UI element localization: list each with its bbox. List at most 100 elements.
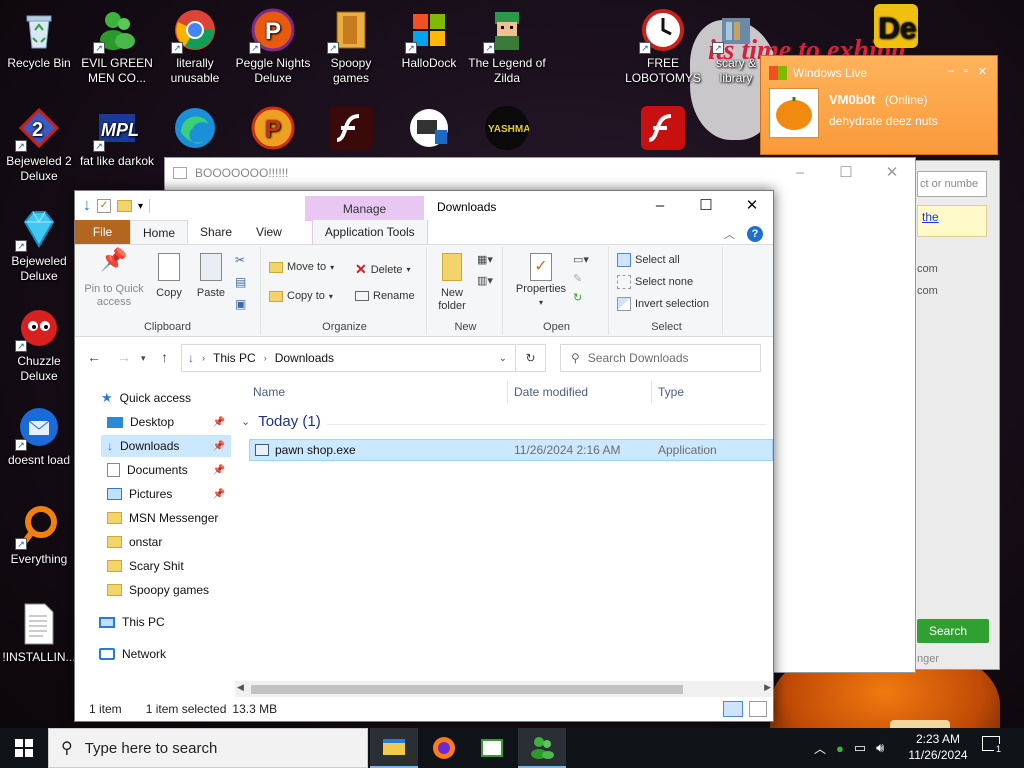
desktop-icon-flash-2[interactable] [624, 106, 702, 154]
maximize-icon[interactable]: ☐ [823, 158, 869, 188]
desktop-icon-hallodock[interactable]: ↗ HalloDock [390, 8, 468, 71]
select-all-button[interactable]: Select all [617, 253, 680, 267]
desktop-icon-network-tool[interactable] [390, 106, 468, 154]
volume-icon[interactable]: 🔊︎ [876, 740, 884, 756]
nav-this-pc[interactable]: This PC [99, 611, 165, 633]
select-none-button[interactable]: Select none [617, 275, 693, 289]
new-folder-icon[interactable] [117, 200, 132, 212]
help-icon[interactable]: ? [747, 226, 763, 242]
column-divider[interactable] [651, 381, 652, 403]
taskbar-app-window[interactable] [468, 728, 516, 768]
move-to-button[interactable]: Move to ▾ [269, 261, 334, 273]
scroll-left-icon[interactable]: ◀ [237, 682, 244, 693]
desktop-icon-everything[interactable]: ↗ Everything [0, 504, 78, 567]
desktop-icon-installin[interactable]: !INSTALLIN... [0, 602, 78, 665]
delete-button[interactable]: ✕ Delete ▾ [355, 261, 411, 278]
taskbar-clock[interactable]: 2:23 AM 11/26/2024 [900, 731, 976, 763]
search-box[interactable]: ⚲ Search Downloads [560, 344, 761, 372]
column-header-name[interactable]: Name [253, 381, 285, 403]
copy-to-button[interactable]: Copy to ▾ [269, 290, 333, 302]
maximize-icon[interactable]: ▫ [964, 65, 968, 78]
group-header-today[interactable]: ⌄ Today (1) [241, 413, 321, 430]
nav-item-desktop[interactable]: Desktop 📌 [101, 411, 231, 433]
new-folder-button[interactable]: New folder [433, 253, 471, 313]
desktop-icon-recycle-bin[interactable]: Recycle Bin [0, 8, 78, 71]
new-item-icon[interactable]: ▦▾ [477, 253, 493, 266]
file-row[interactable]: pawn shop.exe 11/26/2024 2:16 AM Applica… [249, 439, 773, 461]
desktop-icon-peggle[interactable]: P [234, 106, 312, 154]
desktop-icon-de[interactable]: De [866, 4, 926, 52]
desktop-icon-literally-unusable[interactable]: ↗ literally unusable [156, 8, 234, 86]
maximize-button[interactable]: ☐ [683, 191, 729, 221]
desktop-icon-doesnt-load[interactable]: ↗ doesnt load [0, 405, 78, 468]
nav-item-onstar[interactable]: onstar [101, 531, 231, 553]
properties-button[interactable]: ✓ Properties ▾ [513, 253, 569, 309]
copy-path-icon[interactable]: ▤ [235, 275, 246, 289]
easy-access-icon[interactable]: ▥▾ [477, 274, 493, 287]
pin-quick-access-button[interactable]: 📌 Pin to Quick access [81, 249, 147, 309]
start-button[interactable] [0, 728, 48, 768]
edit-icon[interactable]: ✎ [573, 272, 589, 285]
up-arrow-icon[interactable]: ↑ [161, 349, 168, 365]
collapse-ribbon-icon[interactable]: ︿ [724, 226, 735, 242]
open-icon[interactable]: ▭▾ [573, 253, 589, 266]
chevron-up-icon[interactable]: ︿ [814, 740, 826, 757]
horizontal-scrollbar[interactable]: ◀ ▶ [235, 681, 773, 697]
invert-selection-button[interactable]: Invert selection [617, 297, 709, 311]
close-button[interactable]: ✕ [729, 191, 775, 221]
msn-search-field[interactable]: ct or numbe [917, 171, 987, 197]
desktop-icon-chuzzle-deluxe[interactable]: ↗ Chuzzle Deluxe [0, 306, 78, 384]
column-header-date-modified[interactable]: Date modified [514, 381, 588, 403]
breadcrumb-this-pc[interactable]: This PC [213, 351, 256, 365]
minimize-icon[interactable]: – [948, 65, 954, 78]
nav-item-scary-shit[interactable]: Scary Shit [101, 555, 231, 577]
desktop-icon-free-lobotomys[interactable]: ↗ FREE LOBOTOMYS [624, 8, 702, 86]
rename-button[interactable]: Rename [355, 290, 415, 302]
minimize-icon[interactable]: – [777, 158, 823, 188]
close-icon[interactable]: ✕ [978, 65, 987, 78]
manage-context-tab[interactable]: Manage [305, 196, 424, 221]
nav-item-downloads[interactable]: ↓ Downloads 📌 [101, 435, 231, 457]
nav-item-documents[interactable]: Documents 📌 [101, 459, 231, 481]
properties-check-icon[interactable]: ✓ [97, 199, 111, 213]
network-tray-icon[interactable]: ▭ [854, 740, 866, 756]
desktop-icon-fat-like-darkok[interactable]: MPL ↗ fat like darkok [78, 106, 156, 169]
taskbar-search[interactable]: ⚲ Type here to search [48, 728, 368, 768]
forward-arrow-icon[interactable]: → [117, 349, 131, 365]
tab-application-tools[interactable]: Application Tools [311, 220, 428, 244]
scrollbar-thumb[interactable] [251, 685, 683, 694]
desktop-icon-edge[interactable] [156, 106, 234, 154]
customize-dropdown-icon[interactable]: ▾ [138, 201, 143, 212]
taskbar-firefox[interactable] [420, 728, 468, 768]
taskbar-file-explorer[interactable] [370, 728, 418, 768]
back-arrow-icon[interactable]: ← [87, 349, 101, 365]
paste-shortcut-icon[interactable]: ▣ [235, 297, 246, 311]
tab-share[interactable]: Share [188, 220, 244, 244]
msn-notification-popup[interactable]: Windows Live – ▫ ✕ VM0b0t (Online) dehyd… [760, 55, 998, 155]
taskbar-msn-messenger[interactable] [518, 728, 566, 768]
column-divider[interactable] [507, 381, 508, 403]
nav-network[interactable]: Network [99, 643, 166, 665]
tab-home[interactable]: Home [130, 220, 189, 244]
msn-tray-icon[interactable]: ● [836, 741, 844, 756]
desktop-icon-evil-green-men[interactable]: ↗ EVIL GREEN MEN CO... [78, 8, 156, 86]
large-icons-view-icon[interactable] [749, 701, 767, 717]
desktop-icon-peggle-nights[interactable]: P ↗ Peggle Nights Deluxe [234, 8, 312, 86]
minimize-button[interactable]: – [637, 191, 683, 221]
breadcrumb-downloads[interactable]: Downloads [275, 351, 334, 365]
tab-view[interactable]: View [244, 220, 294, 244]
msn-search-button[interactable]: Search [917, 619, 989, 643]
paste-button[interactable]: Paste [193, 253, 229, 300]
desktop-icon-legend-of-zilda[interactable]: ↗ The Legend of Zilda [468, 8, 546, 86]
details-view-icon[interactable] [723, 701, 743, 717]
column-header-type[interactable]: Type [658, 381, 684, 403]
nav-item-msn-messenger[interactable]: MSN Messenger [101, 507, 231, 529]
desktop-icon-spoopy-games[interactable]: ↗ Spoopy games [312, 8, 390, 86]
desktop-icon-yashma[interactable]: YASHMA [468, 106, 546, 154]
refresh-button[interactable]: ↻ [516, 344, 546, 372]
desktop-icon-bejeweled-deluxe[interactable]: ↗ Bejeweled Deluxe [0, 206, 78, 284]
history-icon[interactable]: ↻ [573, 291, 589, 304]
desktop-icon-flash[interactable] [312, 106, 390, 154]
recent-locations-icon[interactable]: ▾ [141, 353, 146, 364]
nav-item-pictures[interactable]: Pictures 📌 [101, 483, 231, 505]
